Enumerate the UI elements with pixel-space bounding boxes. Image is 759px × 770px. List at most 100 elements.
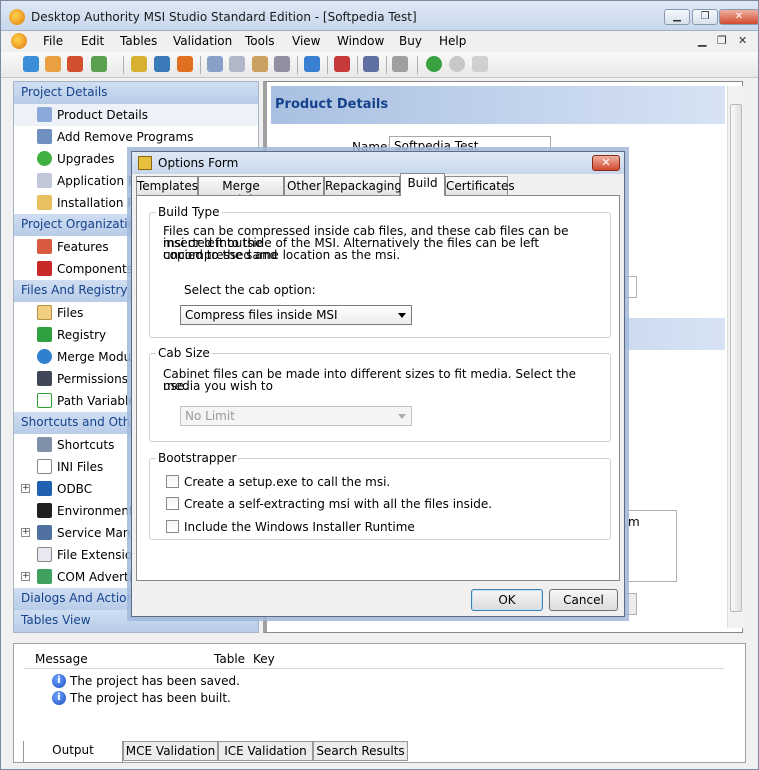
tab-ice-validation[interactable]: ICE Validation	[218, 741, 313, 761]
service-manager-icon	[37, 525, 52, 540]
paste-icon[interactable]	[252, 56, 268, 72]
expand-icon[interactable]: +	[21, 528, 30, 537]
tab-templates[interactable]: Templates	[136, 176, 198, 195]
nav-item-add-remove-programs[interactable]: Add Remove Programs	[14, 126, 258, 148]
compare-icon[interactable]	[304, 56, 320, 72]
partial-text-box[interactable]: m	[627, 510, 677, 582]
dialog-close-button[interactable]: ✕	[592, 155, 620, 171]
odbc-icon	[37, 481, 52, 496]
upgrades-icon	[37, 151, 52, 166]
forward-icon[interactable]	[449, 56, 465, 72]
save-icon[interactable]	[67, 56, 83, 72]
menu-buy[interactable]: Buy	[399, 34, 422, 48]
installer-runtime-label[interactable]: Include the Windows Installer Runtime	[184, 520, 415, 534]
ini-files-icon	[37, 459, 52, 474]
cab-size-group: Cab Size Cabinet files can be made into …	[149, 346, 611, 442]
tab-other[interactable]: Other	[284, 176, 324, 195]
column-key[interactable]: Key	[253, 652, 275, 666]
partial-field[interactable]	[625, 276, 637, 298]
copy-icon[interactable]	[229, 56, 245, 72]
add-remove-programs-icon	[37, 129, 52, 144]
minimize-button[interactable]: ▁	[664, 9, 690, 25]
document-menu-icon[interactable]	[11, 33, 27, 49]
ok-button[interactable]: OK	[471, 589, 543, 611]
column-table[interactable]: Table	[214, 652, 245, 666]
section-project-details[interactable]: Project Details	[14, 82, 258, 104]
add-file-icon[interactable]	[91, 56, 107, 72]
cut-icon[interactable]	[207, 56, 223, 72]
path-variables-icon	[37, 393, 52, 408]
permissions-icon	[37, 371, 52, 386]
import-icon[interactable]	[177, 56, 193, 72]
restore-button[interactable]: ❐	[692, 9, 718, 25]
close-button[interactable]: ✕	[719, 9, 759, 25]
chevron-down-icon	[398, 313, 406, 318]
product-details-icon	[37, 107, 52, 122]
page-title: Product Details	[271, 86, 725, 124]
column-message[interactable]: Message	[35, 652, 88, 666]
components-icon	[37, 261, 52, 276]
self-extracting-label[interactable]: Create a self-extracting msi with all th…	[184, 497, 492, 511]
validate-icon[interactable]	[334, 56, 350, 72]
menu-window[interactable]: Window	[337, 34, 384, 48]
nav-item-product-details[interactable]: Product Details	[14, 104, 258, 126]
mdi-restore-button[interactable]: ❐	[717, 34, 727, 47]
features-icon	[37, 239, 52, 254]
tab-merge-modules[interactable]: Merge Modules	[198, 176, 284, 207]
menu-validation[interactable]: Validation	[173, 34, 232, 48]
mdi-minimize-button[interactable]: ▁	[698, 34, 706, 47]
expand-icon[interactable]: +	[21, 484, 30, 493]
new-project-icon[interactable]	[23, 56, 39, 72]
back-icon[interactable]	[426, 56, 442, 72]
file-extensions-icon	[37, 547, 52, 562]
setup-exe-label[interactable]: Create a setup.exe to call the msi.	[184, 475, 390, 489]
cab-size-legend: Cab Size	[156, 346, 212, 360]
menu-edit[interactable]: Edit	[81, 34, 104, 48]
self-extracting-checkbox[interactable]	[166, 497, 179, 510]
bootstrapper-group: Bootstrapper Create a setup.exe to call …	[149, 451, 611, 540]
app-logo-icon	[9, 9, 25, 25]
mdi-close-button[interactable]: ✕	[738, 34, 747, 47]
build-type-group: Build Type Files can be compressed insid…	[149, 205, 611, 338]
menu-tables[interactable]: Tables	[120, 34, 157, 48]
application-requirements-icon	[37, 173, 52, 188]
cab-size-description: Cabinet files can be made into different…	[163, 367, 576, 393]
run-icon[interactable]	[363, 56, 379, 72]
menu-bar: File Edit Tables Validation Tools View W…	[1, 31, 758, 51]
installer-runtime-checkbox[interactable]	[166, 520, 179, 533]
content-scrollbar[interactable]	[727, 86, 743, 628]
partial-button[interactable]	[623, 593, 637, 615]
menu-tools[interactable]: Tools	[245, 34, 275, 48]
expand-icon[interactable]: +	[21, 572, 30, 581]
cab-option-label: Select the cab option:	[184, 283, 316, 297]
dialog-icon	[138, 156, 152, 170]
menu-file[interactable]: File	[43, 34, 63, 48]
undo-icon[interactable]	[472, 56, 488, 72]
tab-repackaging[interactable]: Repackaging	[324, 176, 402, 195]
menu-help[interactable]: Help	[439, 34, 466, 48]
tab-build[interactable]: Build	[400, 173, 445, 196]
toolbar	[1, 52, 758, 78]
build-tab-panel: Build Type Files can be compressed insid…	[136, 195, 620, 581]
compile-icon[interactable]	[154, 56, 170, 72]
dialog-title-bar: Options Form ✕	[132, 152, 624, 174]
build-icon[interactable]	[131, 56, 147, 72]
options-icon[interactable]	[392, 56, 408, 72]
cab-size-select: No Limit	[180, 406, 412, 426]
scrollbar-thumb[interactable]	[730, 104, 742, 612]
tab-search-results[interactable]: Search Results	[313, 741, 408, 761]
cab-option-select[interactable]: Compress files inside MSI	[180, 305, 412, 325]
tab-mce-validation[interactable]: MCE Validation	[123, 741, 218, 761]
environment-variables-icon	[37, 503, 52, 518]
tab-certificates[interactable]: Certificates	[445, 176, 515, 195]
tab-output[interactable]: Output	[23, 741, 123, 763]
info-icon: i	[52, 674, 66, 688]
menu-view[interactable]: View	[292, 34, 320, 48]
find-icon[interactable]	[274, 56, 290, 72]
setup-exe-checkbox[interactable]	[166, 475, 179, 488]
build-type-description: copied to the same location as the msi.	[163, 248, 401, 262]
info-icon: i	[52, 691, 66, 705]
folder-icon	[37, 305, 52, 320]
open-project-icon[interactable]	[45, 56, 61, 72]
cancel-button[interactable]: Cancel	[549, 589, 618, 611]
